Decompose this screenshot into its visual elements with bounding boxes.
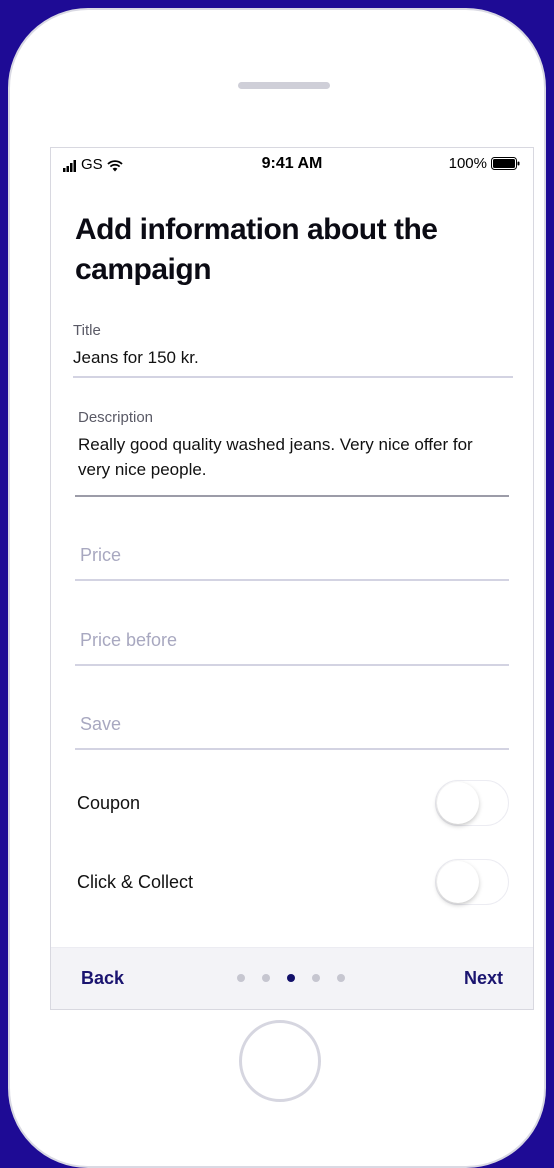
coupon-toggle-knob xyxy=(437,782,479,824)
save-field[interactable]: Save xyxy=(75,712,509,750)
description-value: Really good quality washed jeans. Very n… xyxy=(78,435,473,479)
home-button[interactable] xyxy=(239,1020,321,1102)
description-label: Description xyxy=(78,409,154,426)
click-collect-toggle-knob xyxy=(437,861,479,903)
battery-icon xyxy=(491,157,521,170)
description-field[interactable]: Description Really good quality washed j… xyxy=(75,405,509,497)
title-value: Jeans for 150 kr. xyxy=(73,348,199,367)
status-bar: GS 9:41 AM 100% xyxy=(51,148,533,180)
click-collect-label: Click & Collect xyxy=(77,872,194,892)
phone-frame: GS 9:41 AM 100% Add information about th… xyxy=(8,8,546,1168)
app-screen: GS 9:41 AM 100% Add information about th… xyxy=(50,147,534,1010)
phone-speaker xyxy=(238,82,330,89)
battery-percent: 100% xyxy=(448,155,487,172)
back-button[interactable]: Back xyxy=(81,968,124,989)
page-indicator xyxy=(237,974,345,982)
coupon-label: Coupon xyxy=(77,793,141,813)
page-dot xyxy=(312,974,320,982)
price-before-field[interactable]: Price before xyxy=(75,628,509,666)
bottom-navigation-bar: Back Next xyxy=(51,947,533,1009)
page-dot-active xyxy=(287,974,295,982)
coupon-toggle[interactable] xyxy=(435,780,509,826)
price-field[interactable]: Price xyxy=(75,543,509,581)
page-title: Add information about the campaign xyxy=(75,213,438,286)
click-collect-row: Click & Collect xyxy=(75,859,509,905)
title-label: Title xyxy=(73,322,101,339)
page-dot xyxy=(262,974,270,982)
page-dot xyxy=(237,974,245,982)
click-collect-toggle[interactable] xyxy=(435,859,509,905)
coupon-row: Coupon xyxy=(75,780,509,826)
title-field[interactable]: Title Jeans for 150 kr. xyxy=(73,318,513,378)
next-button[interactable]: Next xyxy=(464,968,503,989)
save-placeholder: Save xyxy=(80,714,122,734)
page-dot xyxy=(337,974,345,982)
price-before-placeholder: Price before xyxy=(80,630,178,650)
price-placeholder: Price xyxy=(80,545,122,565)
